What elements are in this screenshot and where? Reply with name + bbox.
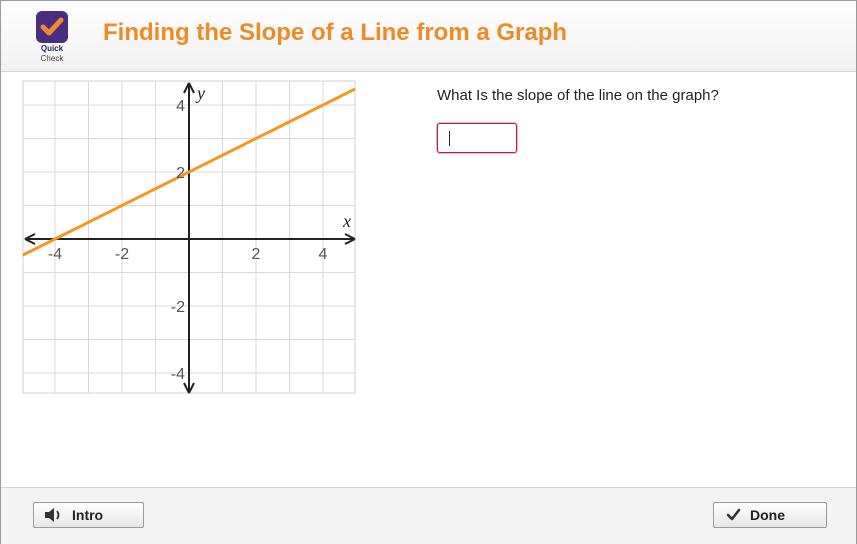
x-tick-label: -4 — [48, 246, 62, 263]
x-tick-label: 2 — [252, 246, 261, 263]
coordinate-graph: -4 -2 2 4 4 2 -2 -4 x y — [21, 79, 361, 397]
checkmark-icon — [726, 508, 741, 521]
logo-line-quick: Quick — [40, 44, 64, 53]
speaker-icon — [45, 508, 60, 522]
footer-bar: Intro Done — [1, 487, 856, 544]
logo-line-check: Check — [40, 54, 64, 63]
intro-button[interactable]: Intro — [33, 502, 144, 528]
logo-caption: Quick Check — [29, 44, 75, 64]
done-button[interactable]: Done — [713, 502, 827, 528]
checkmark-icon — [40, 17, 64, 36]
y-tick-label: 4 — [176, 98, 185, 115]
header-bar: Quick Check Finding the Slope of a Line … — [1, 1, 856, 72]
x-tick-label: -2 — [115, 246, 129, 263]
quick-check-logo — [36, 11, 68, 43]
y-tick-label: -2 — [171, 299, 185, 316]
x-tick-label: 4 — [319, 246, 328, 263]
intro-label: Intro — [72, 507, 104, 523]
y-tick-label: 2 — [176, 165, 185, 182]
text-caret — [449, 131, 450, 146]
question-text: What Is the slope of the line on the gra… — [437, 87, 719, 104]
quick-check-window: Quick Check Finding the Slope of a Line … — [0, 0, 857, 544]
page-title: Finding the Slope of a Line from a Graph — [103, 19, 568, 46]
answer-input[interactable] — [437, 123, 517, 153]
graph-canvas: -4 -2 2 4 4 2 -2 -4 x y — [22, 80, 356, 394]
y-tick-label: -4 — [171, 366, 185, 383]
x-axis-label: x — [342, 211, 351, 231]
done-label: Done — [750, 507, 785, 523]
y-axis-label: y — [195, 83, 205, 103]
